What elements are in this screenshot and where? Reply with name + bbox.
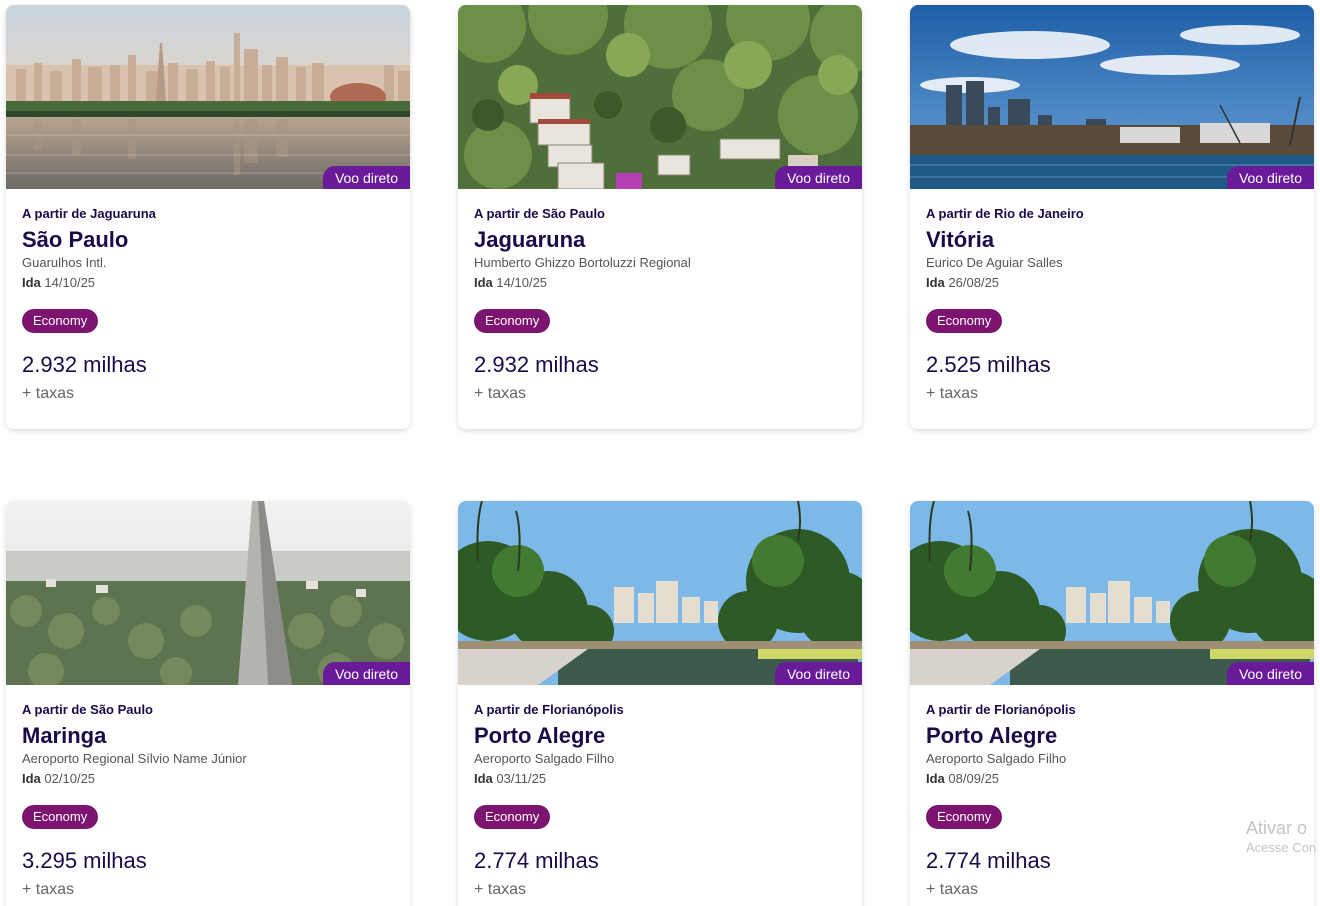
date-label: Ida [22, 275, 41, 290]
fare-class-badge: Economy [22, 805, 99, 829]
miles-price: 2.932 milhas [22, 352, 147, 377]
destination-card[interactable]: Voo direto A partir de São Paulo Jaguaru… [458, 5, 862, 429]
date-label: Ida [926, 275, 945, 290]
fare-class-badge: Economy [474, 309, 551, 333]
airport-name: Guarulhos Intl. [22, 255, 107, 270]
direct-flight-badge: Voo direto [774, 662, 862, 685]
windows-activation-watermark: Ativar o Acesse Con [1246, 818, 1316, 855]
date-value: 02/10/25 [44, 771, 96, 786]
destination-photo: Voo direto [6, 501, 410, 685]
origin-label: A partir de São Paulo [22, 702, 153, 717]
miles-price: 2.932 milhas [474, 352, 599, 377]
taxes-note: + taxas [474, 881, 527, 898]
direct-flight-badge: Voo direto [1226, 166, 1314, 189]
miles-price: 2.774 milhas [474, 848, 599, 873]
taxes-note: + taxas [926, 881, 979, 898]
destination-grid: Voo direto A partir de Jaguaruna São Pau… [0, 0, 1320, 906]
miles-price: 2.774 milhas [926, 848, 1051, 873]
destination-card[interactable]: Voo direto A partir de São Paulo Maringa… [6, 501, 410, 906]
destination-city: Porto Alegre [474, 723, 606, 748]
fare-class-badge: Economy [22, 309, 99, 333]
origin-label: A partir de Florianópolis [926, 702, 1076, 717]
destination-card[interactable]: Voo direto A partir de Rio de Janeiro Vi… [910, 5, 1314, 429]
direct-flight-badge: Voo direto [774, 166, 862, 189]
watermark-line-1: Ativar o [1246, 818, 1308, 838]
date-label: Ida [22, 771, 41, 786]
card-body: A partir de Jaguaruna São Paulo Guarulho… [6, 189, 410, 404]
airport-name: Aeroporto Regional Sílvio Name Júnior [22, 751, 247, 766]
origin-label: A partir de Florianópolis [474, 702, 624, 717]
direct-flight-badge: Voo direto [1226, 662, 1314, 685]
airport-name: Aeroporto Salgado Filho [474, 751, 615, 766]
destination-city: São Paulo [22, 227, 129, 252]
destination-city: Vitória [926, 227, 995, 252]
destination-city: Maringa [22, 723, 107, 748]
origin-label: A partir de São Paulo [474, 206, 605, 221]
card-body: A partir de Rio de Janeiro Vitória Euric… [910, 189, 1314, 404]
taxes-note: + taxas [22, 881, 75, 898]
destination-city: Jaguaruna [474, 227, 586, 252]
destination-card[interactable]: Voo direto A partir de Florianópolis Por… [458, 501, 862, 906]
date-value: 26/08/25 [948, 275, 1000, 290]
airport-name: Eurico De Aguiar Salles [926, 255, 1063, 270]
date-value: 08/09/25 [948, 771, 1000, 786]
destination-photo: Voo direto [6, 5, 410, 189]
card-body: A partir de São Paulo Jaguaruna Humberto… [458, 189, 862, 404]
destination-photo: Voo direto [910, 5, 1314, 189]
card-body: A partir de Florianópolis Porto Alegre A… [458, 685, 862, 900]
destination-photo: Voo direto [910, 501, 1314, 685]
watermark-line-2: Acesse Con [1246, 839, 1317, 855]
taxes-note: + taxas [474, 385, 527, 402]
departure-date: Ida 03/11/25 [474, 771, 846, 787]
taxes-note: + taxas [926, 385, 979, 402]
airport-name: Humberto Ghizzo Bortoluzzi Regional [474, 255, 691, 270]
origin-label: A partir de Jaguaruna [22, 206, 156, 221]
miles-price: 3.295 milhas [22, 848, 147, 873]
direct-flight-badge: Voo direto [322, 166, 410, 189]
date-label: Ida [474, 771, 493, 786]
taxes-note: + taxas [22, 385, 75, 402]
departure-date: Ida 08/09/25 [926, 771, 1298, 787]
destination-card[interactable]: Voo direto A partir de Jaguaruna São Pau… [6, 5, 410, 429]
date-value: 14/10/25 [44, 275, 96, 290]
direct-flight-badge: Voo direto [322, 662, 410, 685]
departure-date: Ida 14/10/25 [474, 275, 846, 291]
departure-date: Ida 14/10/25 [22, 275, 394, 291]
miles-price: 2.525 milhas [926, 352, 1051, 377]
fare-class-badge: Economy [926, 805, 1003, 829]
airport-name: Aeroporto Salgado Filho [926, 751, 1067, 766]
date-label: Ida [474, 275, 493, 290]
fare-class-badge: Economy [926, 309, 1003, 333]
fare-class-badge: Economy [474, 805, 551, 829]
departure-date: Ida 02/10/25 [22, 771, 394, 787]
destination-photo: Voo direto [458, 5, 862, 189]
destination-city: Porto Alegre [926, 723, 1058, 748]
card-body: A partir de Florianópolis Porto Alegre A… [910, 685, 1314, 900]
date-value: 14/10/25 [496, 275, 548, 290]
departure-date: Ida 26/08/25 [926, 275, 1298, 291]
date-value: 03/11/25 [496, 771, 547, 786]
card-body: A partir de São Paulo Maringa Aeroporto … [6, 685, 410, 900]
date-label: Ida [926, 771, 945, 786]
origin-label: A partir de Rio de Janeiro [926, 206, 1084, 221]
destination-photo: Voo direto [458, 501, 862, 685]
